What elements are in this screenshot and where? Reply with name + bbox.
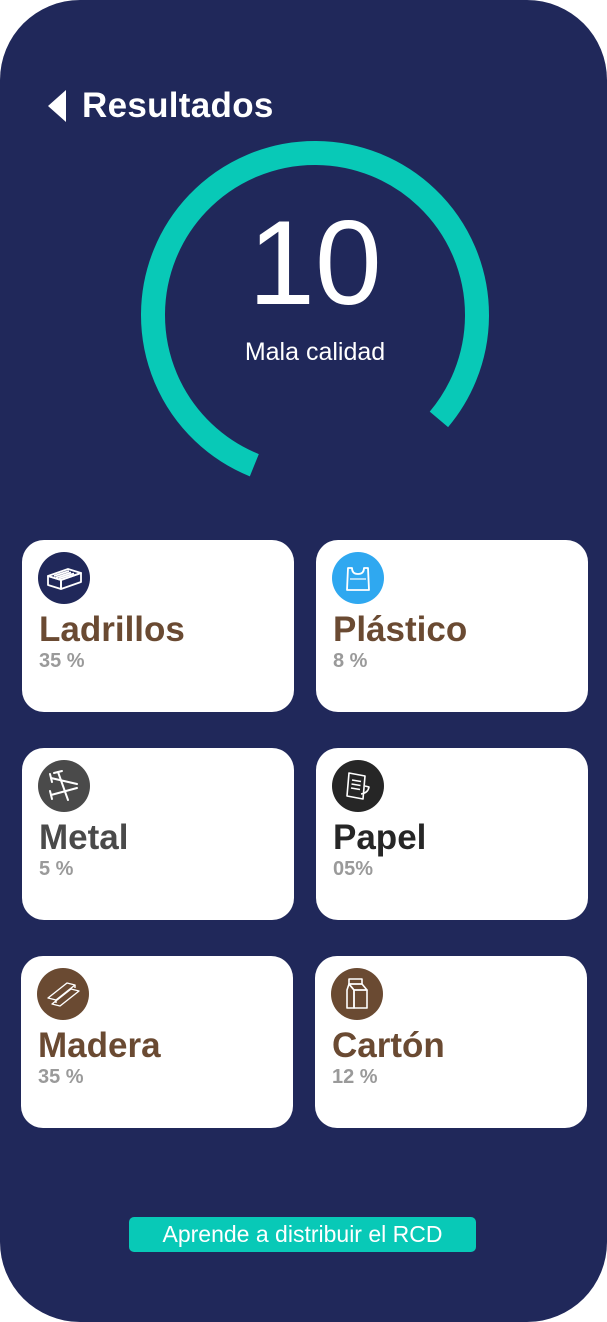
material-percent: 8 % xyxy=(333,650,368,672)
material-card-plastico[interactable]: Plástico 8 % xyxy=(316,540,588,712)
material-name: Metal xyxy=(39,818,129,857)
material-percent: 12 % xyxy=(332,1066,378,1088)
material-percent: 35 % xyxy=(39,650,85,672)
carton-icon xyxy=(331,968,383,1020)
nails-icon xyxy=(38,760,90,812)
material-name: Papel xyxy=(333,818,427,857)
score-value: 10 xyxy=(248,196,382,330)
material-card-metal[interactable]: Metal 5 % xyxy=(22,748,294,920)
wood-planks-icon xyxy=(37,968,89,1020)
score-quality-label: Mala calidad xyxy=(244,338,386,366)
material-percent: 35 % xyxy=(38,1066,84,1088)
material-card-papel[interactable]: Papel 05% xyxy=(316,748,588,920)
material-name: Ladrillos xyxy=(39,610,185,649)
phone-screen: Resultados 10 Mala calidad Ladrillos 35 … xyxy=(0,0,607,1322)
material-percent: 5 % xyxy=(39,858,74,880)
material-name: Plástico xyxy=(333,610,468,649)
paper-icon xyxy=(332,760,384,812)
material-card-madera[interactable]: Madera 35 % xyxy=(21,956,293,1128)
learn-distribute-button[interactable]: Aprende a distribuir el RCD xyxy=(129,1217,476,1252)
material-name: Cartón xyxy=(332,1026,445,1065)
material-name: Madera xyxy=(38,1026,161,1065)
material-card-ladrillos[interactable]: Ladrillos 35 % xyxy=(22,540,294,712)
page-title: Resultados xyxy=(82,86,274,125)
header: Resultados xyxy=(46,84,274,128)
brick-icon xyxy=(38,552,90,604)
back-arrow-icon[interactable] xyxy=(46,88,68,124)
plastic-bag-icon xyxy=(332,552,384,604)
material-card-carton[interactable]: Cartón 12 % xyxy=(315,956,587,1128)
material-percent: 05% xyxy=(333,858,374,880)
